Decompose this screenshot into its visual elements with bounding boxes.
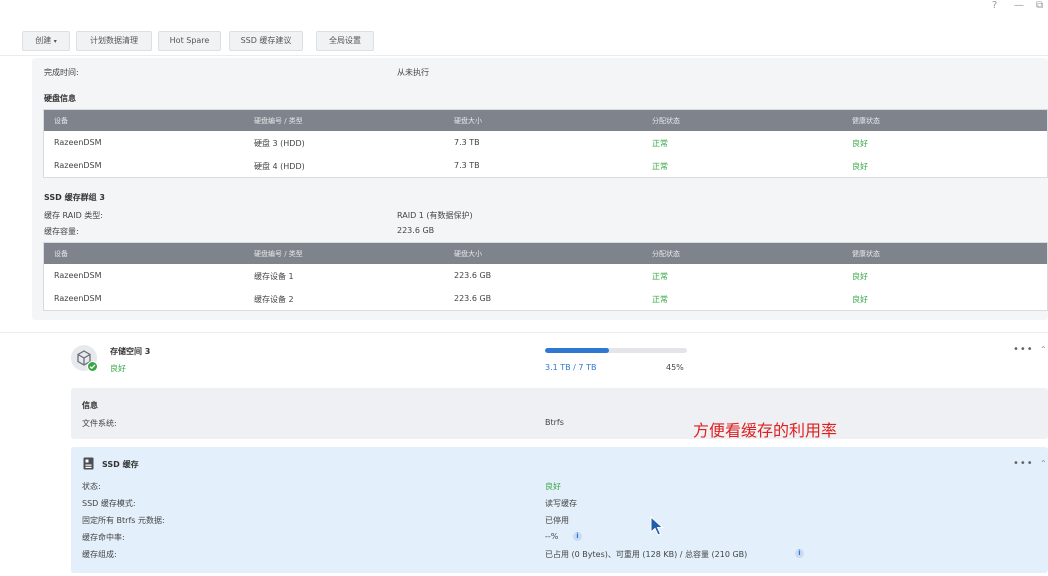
info-heading: 信息 (82, 401, 98, 410)
cell-device: RazeenDSM (54, 138, 102, 147)
cell-disk-id: 硬盘 3 (HDD) (254, 139, 305, 148)
cell-size: 7.3 TB (454, 138, 480, 147)
pin-metadata-label: 固定所有 Btrfs 元数据: (82, 516, 165, 525)
volume-more-menu-icon[interactable]: ••• (1013, 344, 1034, 355)
disk-table: 设备 硬盘编号 / 类型 硬盘大小 分配状态 健康状态 RazeenDSM 硬盘… (43, 109, 1048, 178)
cache-composition-value: 已占用 (0 Bytes)、可重用 (128 KB) / 总容量 (210 GB… (545, 550, 748, 559)
cell-health: 良好 (852, 272, 868, 281)
cell-disk-id: 缓存设备 2 (254, 295, 294, 304)
col-device: 设备 (54, 250, 68, 258)
minimize-icon[interactable]: — (1014, 0, 1024, 11)
volume-collapse-icon[interactable]: ⌃ (1040, 345, 1047, 354)
cell-alloc: 正常 (652, 272, 668, 281)
cache-capacity-value: 223.6 GB (397, 226, 435, 235)
filesystem-label: 文件系统: (82, 419, 117, 428)
col-alloc: 分配状态 (652, 250, 680, 258)
cell-alloc: 正常 (652, 162, 668, 171)
volume-usage-bar (545, 348, 687, 353)
col-health: 健康状态 (852, 250, 880, 258)
table-row[interactable]: RazeenDSM 硬盘 4 (HDD) 7.3 TB 正常 良好 (44, 154, 1047, 177)
col-alloc: 分配状态 (652, 117, 680, 125)
table-row[interactable]: RazeenDSM 缓存设备 1 223.6 GB 正常 良好 (44, 264, 1047, 287)
cell-alloc: 正常 (652, 295, 668, 304)
cell-alloc: 正常 (652, 139, 668, 148)
pin-metadata-value: 已停用 (545, 516, 569, 525)
cache-hit-rate-value: --% (545, 532, 559, 541)
cache-table-header: 设备 硬盘编号 / 类型 硬盘大小 分配状态 健康状态 (44, 243, 1047, 264)
disk-info-heading: 硬盘信息 (44, 94, 76, 103)
chevron-down-icon: ▾ (53, 38, 57, 45)
cell-size: 7.3 TB (454, 161, 480, 170)
volume-usage-fill (545, 348, 609, 353)
section-divider (0, 332, 1048, 333)
toolbar: 创建 ▾ 计划数据清理 Hot Spare SSD 缓存建议 全局设置 (18, 28, 1048, 54)
cache-raid-label: 缓存 RAID 类型: (44, 211, 104, 220)
ssd-status-label: 状态: (82, 482, 101, 491)
toolbar-divider (0, 55, 1048, 56)
cell-disk-id: 缓存设备 1 (254, 272, 294, 281)
volume-usage-percent: 45% (666, 363, 684, 372)
table-row[interactable]: RazeenDSM 缓存设备 2 223.6 GB 正常 良好 (44, 287, 1047, 310)
cell-health: 良好 (852, 162, 868, 171)
col-size: 硬盘大小 (454, 250, 482, 258)
cell-disk-id: 硬盘 4 (HDD) (254, 162, 305, 171)
healthy-check-icon (87, 361, 98, 372)
col-device: 设备 (54, 117, 68, 125)
volume-name[interactable]: 存储空间 3 (110, 346, 150, 357)
restore-icon[interactable]: ⧉ (1036, 0, 1043, 11)
col-health: 健康状态 (852, 117, 880, 125)
cell-size: 223.6 GB (454, 271, 492, 280)
mouse-cursor-icon (650, 515, 664, 539)
ssd-cache-more-menu-icon[interactable]: ••• (1013, 458, 1034, 469)
cache-hit-rate-label: 缓存命中率: (82, 533, 125, 542)
window-titlebar: ? — ⧉ (0, 0, 1048, 24)
volume-status: 良好 (110, 364, 126, 373)
help-icon[interactable]: ? (992, 0, 997, 11)
annotation-text: 方便看缓存的利用率 (693, 421, 838, 440)
filesystem-value: Btrfs (545, 418, 564, 427)
global-settings-button[interactable]: 全局设置 (316, 31, 374, 51)
cell-device: RazeenDSM (54, 294, 102, 303)
create-button[interactable]: 创建 ▾ (22, 31, 70, 51)
composition-info-icon[interactable]: i (795, 549, 804, 558)
cell-device: RazeenDSM (54, 271, 102, 280)
ssd-mode-label: SSD 缓存模式: (82, 499, 136, 508)
cell-health: 良好 (852, 139, 868, 148)
col-disk-id: 硬盘编号 / 类型 (254, 117, 303, 125)
disk-table-header: 设备 硬盘编号 / 类型 硬盘大小 分配状态 健康状态 (44, 110, 1047, 131)
cell-health: 良好 (852, 295, 868, 304)
cell-device: RazeenDSM (54, 161, 102, 170)
volume-usage-text: 3.1 TB / 7 TB (545, 363, 597, 372)
ssd-cache-icon (83, 457, 94, 473)
col-disk-id: 硬盘编号 / 类型 (254, 250, 303, 258)
cache-composition-label: 缓存组成: (82, 550, 117, 559)
volume-info-box (71, 388, 1048, 439)
create-label: 创建 (35, 36, 52, 45)
cell-size: 223.6 GB (454, 294, 492, 303)
ssd-cache-advice-button[interactable]: SSD 缓存建议 (229, 31, 303, 51)
ssd-cache-collapse-icon[interactable]: ⌃ (1040, 459, 1047, 468)
hot-spare-button[interactable]: Hot Spare (158, 31, 221, 51)
cache-capacity-label: 缓存容量: (44, 227, 79, 236)
hit-rate-info-icon[interactable]: i (573, 532, 582, 541)
ssd-cache-heading: SSD 缓存 (102, 460, 139, 469)
finish-time-value: 从未执行 (397, 68, 429, 77)
ssd-mode-value: 读写缓存 (545, 499, 577, 508)
cache-raid-value: RAID 1 (有数据保护) (397, 211, 473, 220)
table-row[interactable]: RazeenDSM 硬盘 3 (HDD) 7.3 TB 正常 良好 (44, 131, 1047, 154)
ssd-status-value: 良好 (545, 482, 561, 491)
cache-disk-table: 设备 硬盘编号 / 类型 硬盘大小 分配状态 健康状态 RazeenDSM 缓存… (43, 242, 1048, 311)
col-size: 硬盘大小 (454, 117, 482, 125)
scheduled-scrub-button[interactable]: 计划数据清理 (76, 31, 152, 51)
ssd-group-heading: SSD 缓存群组 3 (44, 193, 105, 202)
finish-time-label: 完成时间: (44, 68, 79, 77)
